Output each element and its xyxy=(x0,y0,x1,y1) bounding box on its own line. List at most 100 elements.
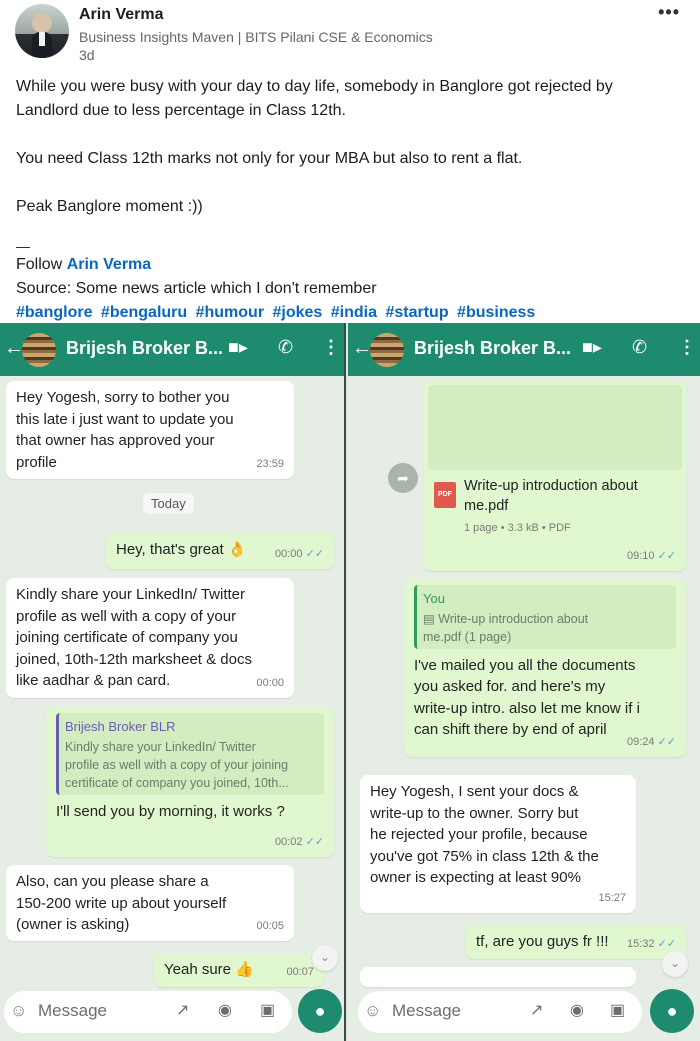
quoted-text: ▤ Write-up introduction about xyxy=(423,611,589,626)
emoji-icon[interactable]: ☺ xyxy=(364,1001,381,1021)
mic-icon[interactable]: ● xyxy=(650,989,694,1033)
quoted-message: You ▤ Write-up introduction about me.pdf… xyxy=(414,585,676,649)
follow-prefix: Follow xyxy=(16,256,67,273)
forward-icon[interactable]: ➦ xyxy=(388,463,418,493)
camera-icon[interactable]: ▣ xyxy=(260,1000,275,1020)
message-document[interactable]: PDF Write-up introduction about me.pdf 1… xyxy=(424,381,686,571)
message-text: you asked for. and here's my xyxy=(414,678,606,695)
message-text: this late i just want to update you xyxy=(16,410,234,428)
payment-icon[interactable]: ◉ xyxy=(570,1000,584,1020)
scroll-down-icon[interactable]: ⌄ xyxy=(312,945,338,971)
message-text: joined, 10th-12th marksheet & docs xyxy=(16,650,252,668)
read-receipt-icon: ✓✓ xyxy=(657,735,676,748)
message-outgoing: Yeah sure 👍 00:07 xyxy=(154,953,324,987)
more-options-icon[interactable]: ••• xyxy=(658,2,680,23)
document-meta: 1 page • 3.3 kB • PDF xyxy=(464,522,571,534)
document-preview xyxy=(428,385,682,470)
follow-author-link[interactable]: Arin Verma xyxy=(67,256,151,273)
message-text: you've got 75% in class 12th & the xyxy=(370,847,599,865)
contact-avatar xyxy=(370,333,404,367)
message-text: he rejected your profile, because xyxy=(370,826,588,843)
message-text: I'll send you by morning, it works ? xyxy=(56,802,285,820)
message-placeholder: Message xyxy=(38,1001,107,1020)
menu-dots-icon: ⋮ xyxy=(678,337,696,357)
mic-icon[interactable]: ● xyxy=(298,989,342,1033)
message-outgoing: tf, are you guys fr !!! 15:32 ✓✓ xyxy=(466,925,686,959)
message-text: Hey Yogesh, sorry to bother you xyxy=(16,389,230,406)
follow-line: Follow Arin Verma xyxy=(16,253,686,277)
emoji-icon[interactable]: ☺ xyxy=(10,1001,27,1021)
author-name[interactable]: Arin Verma xyxy=(79,6,163,24)
message-time: 15:27 xyxy=(598,891,626,904)
post-header: Arin Verma Business Insights Maven | BIT… xyxy=(0,0,700,72)
post-age: 3d xyxy=(79,47,95,63)
read-receipt-icon: ✓✓ xyxy=(305,835,324,848)
message-text: owner is expecting at least 90% xyxy=(370,869,581,886)
message-placeholder: Message xyxy=(392,1001,461,1020)
message-outgoing-reply: Brijesh Broker BLR Kindly share your Lin… xyxy=(46,707,334,857)
back-arrow-icon: ← xyxy=(352,337,372,359)
quoted-text: me.pdf (1 page) xyxy=(423,629,512,644)
message-input[interactable]: ☺ Message ↗ ◉ ▣ xyxy=(4,991,292,1033)
menu-dots-icon: ⋮ xyxy=(322,337,340,357)
phone-icon: ✆ xyxy=(278,337,294,357)
post-image[interactable]: ← Brijesh Broker B... ■▸ ✆ ⋮ Hey Yogesh,… xyxy=(0,323,700,1041)
contact-name: Brijesh Broker B... xyxy=(414,338,572,358)
message-text: profile as well with a copy of your xyxy=(16,607,237,625)
contact-avatar xyxy=(22,333,56,367)
video-call-icon: ■▸ xyxy=(582,337,602,357)
post-paragraph-3: Peak Banglore moment :)) xyxy=(16,198,203,215)
message-time: 00:00 ✓✓ xyxy=(274,547,324,560)
hashtag-startup[interactable]: #startup xyxy=(385,304,448,321)
chat-screenshot-right: ← Brijesh Broker B... ■▸ ✆ ⋮ ➦ PDF Write… xyxy=(348,323,700,1041)
message-text: profile xyxy=(16,453,57,471)
message-incoming-partial xyxy=(360,967,636,987)
read-receipt-icon: ✓✓ xyxy=(657,549,676,562)
quoted-text: profile as well with a copy of your join… xyxy=(65,757,289,772)
author-avatar[interactable] xyxy=(15,4,69,58)
back-arrow-icon: ← xyxy=(4,337,24,359)
pdf-icon: PDF xyxy=(434,482,456,508)
camera-icon[interactable]: ▣ xyxy=(610,1000,625,1020)
hashtag-jokes[interactable]: #jokes xyxy=(273,304,323,321)
post-line-2: Landlord due to less percentage in Class… xyxy=(16,102,346,119)
message-outgoing: Hey, that's great 👌 00:00 ✓✓ xyxy=(106,533,334,569)
message-text: 150-200 write up about yourself xyxy=(16,894,227,912)
message-text: write-up intro. also let me know if i xyxy=(414,699,640,717)
chat-header: ← Brijesh Broker B... ■▸ ✆ ⋮ xyxy=(348,323,700,376)
quoted-author: You xyxy=(423,591,445,606)
message-text: like aadhar & pan card. xyxy=(16,672,171,689)
post-paragraph-2: You need Class 12th marks not only for y… xyxy=(16,150,523,167)
post-source: Source: Some news article which I don't … xyxy=(16,280,377,297)
message-incoming: Hey Yogesh, I sent your docs & write-up … xyxy=(360,775,636,913)
hashtag-bengaluru[interactable]: #bengaluru xyxy=(101,304,187,321)
message-text: Kindly share your LinkedIn/ Twitter xyxy=(16,586,246,603)
attach-icon[interactable]: ↗ xyxy=(530,1000,543,1020)
hashtag-india[interactable]: #india xyxy=(331,304,377,321)
message-time: 09:10 ✓✓ xyxy=(626,549,676,562)
avatar-shirt-shape xyxy=(39,32,45,46)
quoted-text: certificate of company you joined, 10th.… xyxy=(65,775,289,790)
hashtag-business[interactable]: #business xyxy=(457,304,535,321)
payment-icon[interactable]: ◉ xyxy=(218,1000,232,1020)
message-text: Also, can you please share a xyxy=(16,873,209,890)
message-time: 00:07 xyxy=(286,965,314,978)
phone-icon: ✆ xyxy=(632,337,648,357)
message-text: joining certificate of company you xyxy=(16,629,238,646)
quoted-author: Brijesh Broker BLR xyxy=(65,719,176,734)
hashtag-humour[interactable]: #humour xyxy=(196,304,264,321)
message-time: 00:00 xyxy=(256,676,284,689)
attach-icon[interactable]: ↗ xyxy=(176,1000,189,1020)
message-input[interactable]: ☺ Message ↗ ◉ ▣ xyxy=(358,991,642,1033)
message-outgoing-reply: You ▤ Write-up introduction about me.pdf… xyxy=(404,579,686,757)
hashtag-banglore[interactable]: #banglore xyxy=(16,304,92,321)
message-text: that owner has approved your xyxy=(16,432,215,449)
message-text: write-up to the owner. Sorry but xyxy=(370,804,579,822)
scroll-down-icon[interactable]: ⌄ xyxy=(662,951,688,977)
message-text: Hey Yogesh, I sent your docs & xyxy=(370,783,579,800)
message-time: 00:02 ✓✓ xyxy=(274,835,324,848)
author-tagline: Business Insights Maven | BITS Pilani CS… xyxy=(79,29,433,45)
message-time: 09:24 ✓✓ xyxy=(626,735,676,748)
read-receipt-icon: ✓✓ xyxy=(657,937,676,950)
message-incoming: Kindly share your LinkedIn/ Twitter prof… xyxy=(6,578,294,698)
